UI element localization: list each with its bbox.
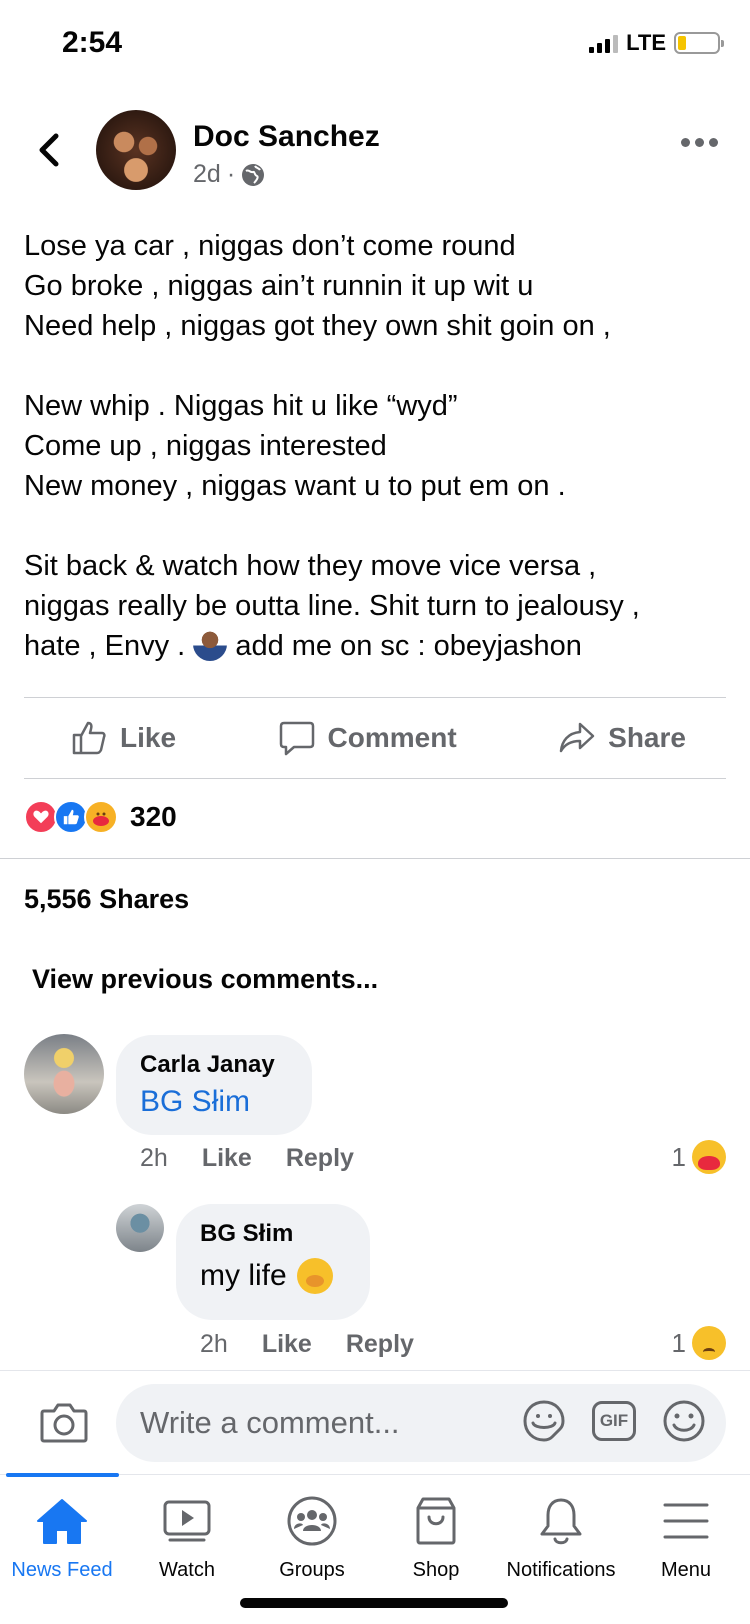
tab-notifications[interactable]: Notifications — [499, 1493, 623, 1582]
active-tab-indicator — [6, 1473, 119, 1477]
comment-bubble[interactable]: Carla Janay BG Słim — [116, 1035, 312, 1135]
author-avatar[interactable] — [96, 110, 176, 190]
post-paragraph: Sit back & watch how they move vice vers… — [24, 546, 734, 666]
section-divider — [0, 858, 750, 859]
menu-icon — [658, 1493, 714, 1549]
post-meta: 2d · — [193, 160, 265, 189]
status-indicators: LTE — [589, 30, 724, 56]
more-options-button[interactable] — [681, 138, 718, 147]
comment-reply-button[interactable]: Reply — [286, 1144, 354, 1173]
commenter-name[interactable]: Carla Janay — [140, 1051, 288, 1079]
groups-icon — [284, 1493, 340, 1549]
tab-label: Notifications — [506, 1559, 616, 1581]
love-reaction-icon — [24, 800, 58, 834]
post-paragraph: Lose ya car , niggas don’t come round Go… — [24, 230, 611, 342]
status-bar: 2:54 LTE — [0, 0, 750, 90]
bell-icon — [533, 1493, 589, 1549]
comment-reaction-summary[interactable]: 1 — [672, 1326, 726, 1360]
comment-like-button[interactable]: Like — [262, 1330, 312, 1359]
sad-reaction-icon — [692, 1326, 726, 1360]
view-previous-comments-link[interactable]: View previous comments... — [32, 964, 378, 995]
signal-icon — [589, 33, 619, 53]
comment-like-button[interactable]: Like — [202, 1144, 252, 1173]
like-label: Like — [120, 722, 177, 753]
watch-icon — [159, 1493, 215, 1549]
battery-icon — [674, 32, 724, 54]
comment-time: 2h — [140, 1144, 168, 1172]
comment-text-content: my life — [200, 1259, 287, 1292]
home-indicator[interactable] — [240, 1598, 508, 1608]
care-reaction-icon — [692, 1140, 726, 1174]
network-label: LTE — [626, 30, 666, 55]
tab-label: News Feed — [11, 1559, 113, 1581]
tab-label: Groups — [279, 1559, 345, 1581]
status-time: 2:54 — [62, 26, 123, 59]
tab-label: Shop — [412, 1559, 460, 1581]
comment-text: my life — [200, 1258, 346, 1294]
share-button[interactable]: Share — [558, 719, 686, 757]
share-arrow-icon — [559, 722, 595, 753]
tab-label: Menu — [660, 1559, 712, 1581]
tab-news-feed[interactable]: News Feed — [0, 1493, 124, 1582]
post-header: Doc Sanchez 2d · — [0, 108, 750, 198]
post-paragraph: New whip . Niggas hit u like “wyd” Come … — [24, 390, 566, 502]
comment-reaction-count: 1 — [671, 1141, 686, 1172]
divider — [24, 778, 726, 779]
reaction-count: 320 — [130, 801, 177, 832]
comment-reaction-count: 1 — [671, 1327, 686, 1358]
chevron-left-icon — [39, 133, 59, 167]
yawning-face-emoji-icon — [296, 1258, 333, 1294]
tab-watch[interactable]: Watch — [125, 1493, 249, 1582]
post-time[interactable]: 2d — [193, 160, 221, 189]
care-reaction-icon — [84, 800, 118, 834]
tab-shop[interactable]: Shop — [374, 1493, 498, 1582]
shop-icon — [408, 1493, 464, 1549]
tab-groups[interactable]: Groups — [250, 1493, 374, 1582]
comment-meta: 2h Like Reply — [200, 1330, 414, 1359]
comment-label: Comment — [327, 722, 457, 753]
share-label: Share — [608, 722, 686, 753]
like-button[interactable]: Like — [70, 719, 176, 757]
comment-composer: GIF — [0, 1370, 750, 1474]
home-icon — [34, 1493, 90, 1549]
camera-icon — [40, 1403, 88, 1443]
back-button[interactable] — [30, 130, 70, 170]
commenter-avatar[interactable] — [116, 1204, 164, 1252]
commenter-avatar[interactable] — [24, 1034, 104, 1114]
camera-button[interactable] — [40, 1401, 88, 1443]
globe-icon — [242, 163, 265, 186]
tab-label: Watch — [159, 1559, 215, 1581]
comment-reply-button[interactable]: Reply — [346, 1330, 414, 1359]
sticker-icon[interactable] — [522, 1399, 566, 1443]
emoji-icon[interactable] — [662, 1399, 706, 1443]
post-text: Lose ya car , niggas don’t come round Go… — [24, 226, 734, 666]
comment-reaction-summary[interactable]: 1 — [672, 1140, 726, 1174]
person-facepalm-emoji-icon — [193, 627, 228, 661]
comment-time: 2h — [200, 1330, 228, 1358]
comment-mention-link[interactable]: BG Słim — [140, 1085, 288, 1119]
comment-bubble-icon — [279, 721, 314, 756]
reaction-summary[interactable]: 320 — [24, 800, 177, 834]
composer-icons: GIF — [522, 1399, 706, 1443]
author-name[interactable]: Doc Sanchez — [193, 120, 380, 154]
commenter-name[interactable]: BG Słim — [200, 1220, 346, 1248]
comment-meta: 2h Like Reply — [140, 1144, 354, 1173]
gif-button[interactable]: GIF — [592, 1401, 636, 1441]
share-count[interactable]: 5,556 Shares — [24, 884, 189, 915]
comment-button[interactable]: Comment — [278, 719, 457, 757]
post-closing-text: add me on sc : obeyjashon — [227, 630, 582, 662]
meta-separator: · — [226, 160, 236, 188]
tab-menu[interactable]: Menu — [624, 1493, 748, 1582]
post-action-bar: Like Comment Share — [24, 698, 726, 778]
comment-bubble[interactable]: BG Słim my life — [176, 1204, 370, 1320]
thumbs-up-icon — [72, 721, 106, 755]
like-reaction-icon — [54, 800, 88, 834]
